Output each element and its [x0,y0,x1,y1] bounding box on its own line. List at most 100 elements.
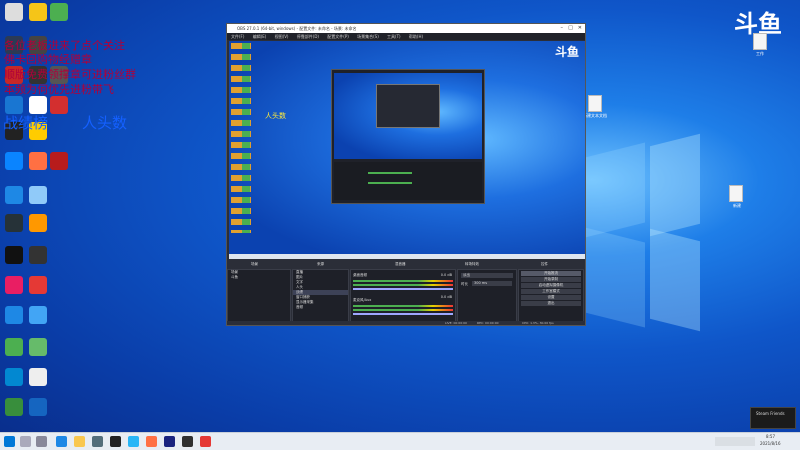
overlay-line: 顺版免费领撑章可进粉丝群 [4,68,136,81]
volume-meter [353,305,453,307]
mixer-track-level: 0.0 dB [440,273,452,277]
menu-item[interactable]: 配置文件(P) [327,34,349,39]
start-recording-button[interactable]: 开始录制 [521,277,581,282]
menu-item[interactable]: 场景集合(S) [357,34,379,39]
system-tray [715,437,755,446]
volume-slider[interactable] [353,288,453,290]
desktop-icon[interactable] [5,186,23,204]
desktop-icon[interactable] [29,338,47,356]
desktop-icon[interactable] [5,214,23,232]
obs-window[interactable]: OBS 27.0.1 (64-bit, windows) - 配置文件: 未命名… [226,23,586,326]
desktop-icon[interactable] [5,338,23,356]
overlay-line: 本频为何优先进粉带飞 [4,83,114,96]
desktop-icon[interactable] [29,306,47,324]
search-icon[interactable] [20,436,31,447]
app-icon[interactable] [200,436,211,447]
nested-obs-preview [331,69,485,204]
settings-button[interactable]: 设置 [521,295,581,300]
desktop-icon[interactable] [5,398,23,416]
clock-date[interactable]: 2021/8/16 [760,441,781,446]
wallpaper-beam [585,142,645,238]
volume-meter [353,284,453,286]
studio-mode-button[interactable]: 工作室模式 [521,289,581,294]
clock-time[interactable]: 8:57 [766,434,775,439]
notification-title: Steam Friends [756,411,785,416]
desktop-icon[interactable] [29,276,47,294]
scene-item[interactable]: 斗鱼 [228,275,290,280]
desktop-icon[interactable] [29,246,47,264]
menu-item[interactable]: 工具(T) [387,34,401,39]
app-icon[interactable] [164,436,175,447]
volume-meter [353,309,453,311]
nested-inner-window [376,84,440,128]
maximize-icon[interactable]: □ [568,24,573,33]
rec-status: REC: 00:00:00 [477,321,499,325]
app-icon[interactable] [146,436,157,447]
desktop-icon[interactable] [5,152,23,170]
desktop-icon[interactable] [29,398,47,416]
store-icon[interactable] [92,436,103,447]
desktop-icon[interactable] [50,96,68,114]
obs-preview[interactable]: 人头数 斗鱼 [229,41,585,259]
desktop-icon[interactable] [5,306,23,324]
file-label: 新建 [733,203,741,208]
close-icon[interactable]: ✕ [578,24,582,33]
app-icon[interactable] [110,436,121,447]
desktop-icon[interactable] [29,3,47,21]
preview-douyu-logo: 斗鱼 [554,45,579,59]
wallpaper-beam [585,227,645,328]
scenes-dock: 场景 斗鱼 [227,269,291,324]
obs-titlebar[interactable]: OBS 27.0.1 (64-bit, windows) - 配置文件: 未命名… [227,24,585,33]
file-icon[interactable] [753,33,767,50]
desktop-icon[interactable] [50,3,68,21]
windows-start-icon[interactable] [4,436,15,447]
desktop-icon[interactable] [29,214,47,232]
menu-item[interactable]: 视图(V) [275,34,289,39]
scenes-dock-title: 场景 [251,262,258,266]
menu-item[interactable]: 编辑(E) [253,34,267,39]
start-streaming-button[interactable]: 开始推流 [521,271,581,276]
transition-duration[interactable]: 300 ms [472,281,512,286]
nested-docks [334,162,482,200]
edge-icon[interactable] [56,436,67,447]
transitions-dock: 淡出 时长 300 ms [457,269,517,324]
desktop-icon[interactable] [29,186,47,204]
transition-select[interactable]: 淡出 [461,273,513,278]
notification-popup[interactable]: Steam Friends [750,407,796,429]
overlay-line: 各位老板进来了点个关注 [4,39,125,52]
exit-button[interactable]: 退出 [521,301,581,306]
cpu-status: CPU: 1.3%, 30.00 fps [522,321,554,325]
obs-statusbar: LIVE: 00:00:00 REC: 00:00:00 CPU: 1.3%, … [227,321,585,325]
desktop-icon[interactable] [29,152,47,170]
source-item[interactable]: 音频 [293,305,348,310]
virtual-camera-button[interactable]: 启动虚拟摄像机 [521,283,581,288]
mixer-track-name: 麦克风/Aux [353,298,372,302]
wallpaper-beam [650,228,700,332]
task-view-icon[interactable] [36,436,47,447]
sources-dock: 直播 图片 文字 人头 战绩 窗口捕获 显示器采集 音频 [292,269,349,324]
desktop-icon[interactable] [5,3,23,21]
desktop-icon[interactable] [50,152,68,170]
desktop-icon[interactable] [5,246,23,264]
controls-dock: 开始推流 开始录制 启动虚拟摄像机 工作室模式 设置 退出 [518,269,584,324]
menu-item[interactable]: 文件(F) [231,34,244,39]
volume-meter [353,280,453,282]
obs-icon[interactable] [182,436,193,447]
mixer-dock: 桌面音频 0.0 dB 麦克风/Aux 0.0 dB [350,269,456,324]
app-icon[interactable] [128,436,139,447]
wallpaper-beam [650,133,700,237]
taskbar: 8:57 2021/8/16 [0,432,800,450]
file-icon[interactable] [588,95,602,112]
minimize-icon[interactable]: – [561,24,564,33]
desktop-icon[interactable] [5,368,23,386]
nested-meters [368,172,412,174]
file-label: 工作 [756,51,764,56]
volume-slider[interactable] [353,313,453,315]
file-icon[interactable] [729,185,743,202]
mixer-dock-title: 混音器 [395,262,406,266]
explorer-icon[interactable] [74,436,85,447]
desktop-icon[interactable] [29,368,47,386]
menu-item[interactable]: 帮助(H) [409,34,423,39]
menu-item[interactable]: 停靠部件(D) [297,34,319,39]
desktop-icon[interactable] [5,276,23,294]
